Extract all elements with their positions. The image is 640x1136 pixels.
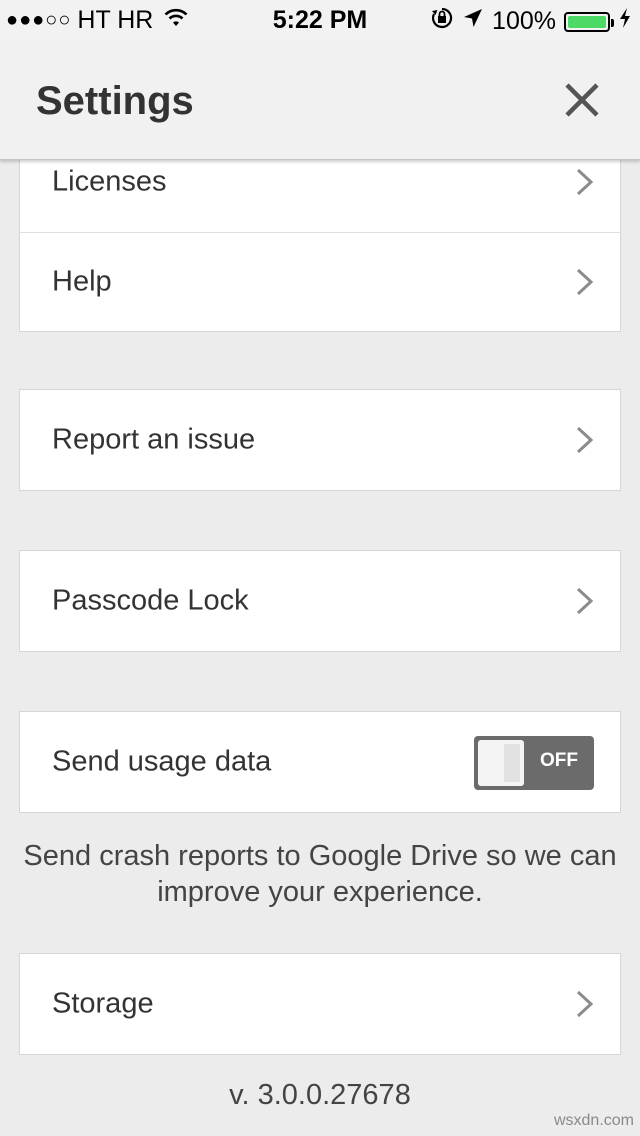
usage-card: Send usage data OFF	[19, 711, 621, 813]
passcode-card: Passcode Lock	[19, 550, 621, 652]
battery-percent: 100%	[492, 7, 556, 35]
report-issue-label: Report an issue	[52, 423, 256, 456]
storage-row[interactable]: Storage	[20, 954, 620, 1054]
usage-data-description: Send crash reports to Google Drive so we…	[23, 840, 617, 908]
passcode-lock-label: Passcode Lock	[52, 584, 249, 617]
passcode-lock-row[interactable]: Passcode Lock	[20, 551, 620, 651]
watermark: wsxdn.com	[553, 1112, 634, 1129]
app-version: v. 3.0.0.27678	[229, 1079, 411, 1111]
battery-tip	[611, 18, 614, 27]
usage-data-label: Send usage data	[52, 745, 272, 778]
status-bar: ●●●○○ HT HR 5:22 PM 100%	[0, 0, 640, 40]
toggle-knob	[478, 740, 524, 786]
chevron-right-icon	[576, 168, 594, 196]
nav-bar: Settings	[0, 40, 640, 160]
chevron-right-icon	[576, 990, 594, 1018]
battery-icon	[564, 11, 614, 32]
report-card: Report an issue	[19, 389, 621, 491]
about-card: Licenses Help	[19, 131, 621, 332]
chevron-right-icon	[576, 426, 594, 454]
help-label: Help	[52, 265, 112, 298]
storage-label: Storage	[52, 987, 154, 1020]
page-title: Settings	[36, 79, 194, 123]
close-icon	[565, 83, 599, 117]
help-row[interactable]: Help	[20, 232, 620, 331]
usage-data-row: Send usage data OFF	[20, 712, 620, 812]
licenses-label: Licenses	[52, 165, 167, 198]
toggle-state-label: OFF	[540, 750, 578, 771]
close-button[interactable]	[562, 80, 602, 120]
chevron-right-icon	[576, 587, 594, 615]
location-arrow-icon	[462, 7, 484, 36]
usage-data-toggle[interactable]: OFF	[474, 736, 594, 790]
charging-bolt-icon	[618, 7, 632, 36]
rotation-lock-icon	[430, 6, 454, 37]
chevron-right-icon	[576, 268, 594, 296]
status-right: 100%	[430, 6, 632, 37]
storage-card: Storage	[19, 953, 621, 1055]
battery-level-fill	[568, 15, 606, 28]
report-issue-row[interactable]: Report an issue	[20, 390, 620, 490]
